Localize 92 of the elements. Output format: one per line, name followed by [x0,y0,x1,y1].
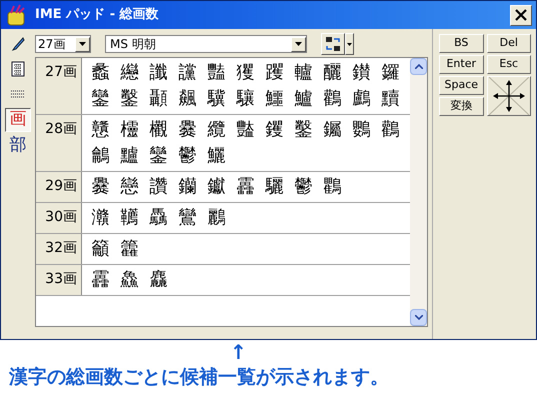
stroke-count-label: 32画 [36,234,82,264]
kanji-candidate[interactable]: 欟 [144,117,173,143]
key-button[interactable]: Enter [439,55,484,74]
kanji-candidate[interactable]: 鸞 [173,205,202,231]
kanji-candidate[interactable]: 轤 [289,60,318,86]
font-select[interactable]: MS 明朝 [105,35,307,53]
window-title: IME パッド - 総画数 [35,6,159,24]
stroke-count-label: 33画 [36,265,82,295]
kanji-candidate[interactable]: 籱 [115,236,144,262]
tool-tab[interactable]: 部 [5,135,31,157]
kanji-candidate[interactable]: 韉 [115,205,144,231]
keyboard-icon [10,89,26,99]
kanji-candidate[interactable]: 靐 [231,174,260,200]
kanji-candidate[interactable]: 黷 [376,86,405,112]
kanji-candidate[interactable]: 鬱 [289,174,318,200]
kanji-candidate[interactable]: 籲 [86,236,115,262]
kanji-candidate[interactable]: 鑾 [144,143,173,169]
kanji-candidate[interactable]: 讜 [173,60,202,86]
kanji-candidate[interactable]: 戇 [86,117,115,143]
kanji-candidate[interactable]: 靐 [86,267,115,293]
kanji-candidate[interactable]: 驪 [260,174,289,200]
stroke-count-label: 29画 [36,172,82,202]
kanji-candidate[interactable]: 爨 [86,174,115,200]
grid-arrows-icon [325,36,341,52]
dropdown-arrow-icon [347,42,352,46]
kanji-candidate[interactable]: 灨 [86,205,115,231]
kanji-candidate[interactable]: 鱸 [289,86,318,112]
kanji-candidate[interactable]: 戀 [115,174,144,200]
kanji-candidate[interactable]: 鱷 [260,86,289,112]
kanji-candidate[interactable]: 顳 [144,86,173,112]
key-button[interactable]: 変換 [439,97,484,116]
paint-pot-icon [5,4,27,26]
key-button[interactable]: Space [439,76,484,95]
cursor-pad[interactable] [486,76,531,116]
kanji-candidate[interactable]: 黸 [115,143,144,169]
four-arrows-icon [488,77,529,115]
kanji-candidate[interactable]: 鑾 [86,86,115,112]
caption-arrow: ↑ [230,340,247,364]
close-icon [515,9,527,21]
kanji-candidate[interactable]: 鸜 [318,174,347,200]
dropdown-arrow-icon [295,42,302,46]
kanji-candidate[interactable]: 躩 [260,60,289,86]
kanji-candidate[interactable]: 讚 [144,174,173,200]
scroll-down-icon [414,315,422,320]
kanji-candidate[interactable]: 鸕 [347,86,376,112]
kanji-candidate[interactable]: 爨 [173,117,202,143]
caption-text: 漢字の総画数ごとに候補一覧が示されます。 [9,365,389,390]
pen-icon [10,36,26,52]
kanji-candidate[interactable]: 鸚 [347,117,376,143]
kanji-candidate[interactable]: 鑚 [347,60,376,86]
kanji-candidate[interactable]: 钁 [260,117,289,143]
kanji-candidate[interactable]: 鬱 [173,143,202,169]
kanji-candidate[interactable]: 钃 [318,117,347,143]
kanji-candidate[interactable]: 鑼 [376,60,405,86]
kanji-candidate[interactable]: 钀 [202,174,231,200]
kanji-candidate[interactable]: 纜 [202,117,231,143]
scroll-up-icon [414,64,422,69]
grid-icon [11,61,25,77]
kanji-candidate[interactable]: 欞 [115,117,144,143]
kanji-candidate[interactable]: 鑿 [115,86,144,112]
stroke-count-label: 28画 [36,115,82,171]
kanji-candidate[interactable]: 驤 [231,86,260,112]
stroke-count-select[interactable]: 27画 [35,35,91,53]
key-button[interactable]: Del [486,34,531,53]
kanji-candidate[interactable]: 纞 [115,60,144,86]
kanji-candidate[interactable]: 豓 [231,117,260,143]
kanji-candidate[interactable]: 釃 [318,60,347,86]
dropdown-arrow-icon [79,42,86,46]
kanji-candidate[interactable]: 鸝 [202,205,231,231]
kanji-candidate[interactable]: 驥 [202,86,231,112]
kanji-candidate[interactable]: 鱻 [115,267,144,293]
kanji-candidate[interactable]: 鸛 [318,86,347,112]
kanji-candidate[interactable]: 飆 [173,86,202,112]
kanji-candidate[interactable]: 豔 [202,60,231,86]
kanji-candidate[interactable]: 讖 [144,60,173,86]
scrollbar[interactable] [410,58,427,326]
close-button[interactable] [510,4,532,26]
kanji-candidate[interactable]: 鱺 [202,143,231,169]
kanji-candidate[interactable]: 麤 [144,267,173,293]
kanji-candidate[interactable]: 驫 [144,205,173,231]
kanji-candidate[interactable]: 鸙 [86,143,115,169]
key-button[interactable]: BS [439,34,484,53]
key-button[interactable]: Esc [486,55,531,74]
kanji-candidate[interactable]: 蠡 [86,60,115,86]
stroke-count-label: 30画 [36,203,82,233]
kanji-candidate[interactable]: 玃 [231,60,260,86]
view-toggle-button[interactable] [321,33,354,55]
kanji-candidate[interactable]: 鸛 [376,117,405,143]
stroke-count-label: 27画 [36,58,82,114]
kanji-candidate[interactable]: 鑿 [289,117,318,143]
tool-tab[interactable]: 画 [5,108,31,132]
kanji-candidate[interactable]: 钄 [173,174,202,200]
